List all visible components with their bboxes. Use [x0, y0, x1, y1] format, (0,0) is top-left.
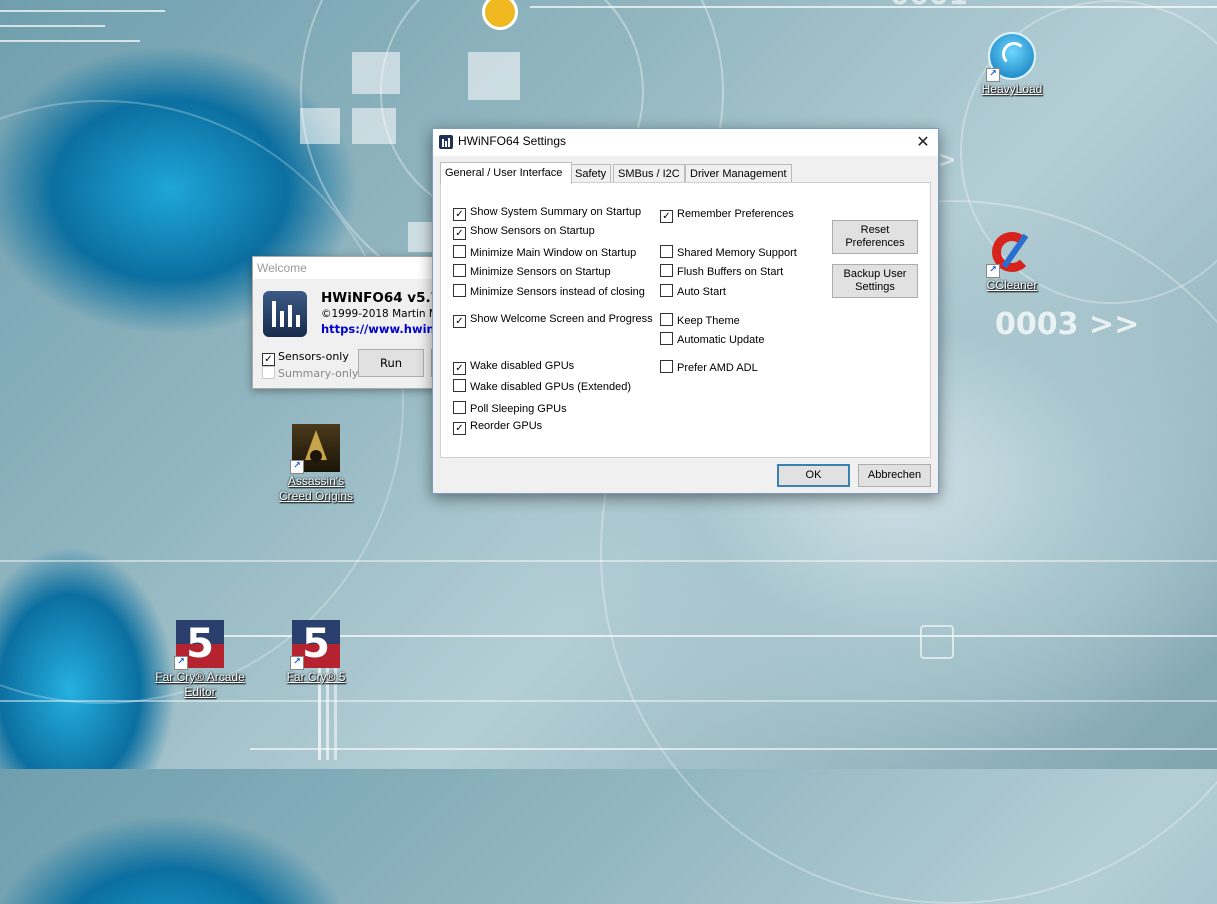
- cancel-button[interactable]: Abbrechen: [858, 464, 931, 487]
- option-reorder-gpus[interactable]: ✓ Reorder GPUs: [453, 420, 542, 435]
- option-wake-disabled-gpus[interactable]: ✓ Wake disabled GPUs: [453, 360, 574, 375]
- checkbox-box: [660, 360, 673, 373]
- option-automatic-update[interactable]: Automatic Update: [660, 332, 764, 347]
- option-minimize-sensors-instead-closing[interactable]: Minimize Sensors instead of closing: [453, 284, 645, 299]
- desktop-icon-label: CCleaner: [986, 278, 1038, 292]
- checkbox-box: [262, 366, 275, 379]
- checkbox-box: [453, 284, 466, 297]
- checkbox-box: [660, 264, 673, 277]
- checkbox-box: [453, 264, 466, 277]
- option-show-sensors[interactable]: ✓ Show Sensors on Startup: [453, 225, 595, 240]
- checkbox-box: ✓: [453, 208, 466, 221]
- desktop-icon-far-cry-5[interactable]: 5 ↗ Far Cry® 5: [271, 620, 361, 685]
- welcome-url-link[interactable]: https://www.hwinfo: [321, 322, 443, 336]
- shortcut-arrow-icon: ↗: [290, 460, 304, 474]
- desktop-icon-far-cry-arcade-editor[interactable]: 5 ↗ Far Cry® Arcade Editor: [155, 620, 245, 700]
- wallpaper-text: 0003 >>: [995, 307, 1140, 342]
- backup-user-settings-button[interactable]: Backup User Settings: [832, 264, 918, 298]
- option-keep-theme[interactable]: Keep Theme: [660, 313, 740, 328]
- ok-button[interactable]: OK: [777, 464, 850, 487]
- option-poll-sleeping-gpus[interactable]: Poll Sleeping GPUs: [453, 401, 567, 416]
- settings-dialog: HWiNFO64 Settings ✕ General / User Inter…: [432, 128, 939, 494]
- option-show-system-summary[interactable]: ✓ Show System Summary on Startup: [453, 206, 641, 221]
- shortcut-arrow-icon: ↗: [174, 656, 188, 670]
- checkbox-box: ✓: [453, 315, 466, 328]
- tab-driver-management[interactable]: Driver Management: [685, 164, 792, 183]
- sensors-only-checkbox[interactable]: ✓ Sensors-only: [262, 350, 349, 366]
- desktop-icon-label: HeavyLoad: [981, 82, 1043, 96]
- option-minimize-main-window[interactable]: Minimize Main Window on Startup: [453, 245, 636, 260]
- welcome-window: Welcome HWiNFO64 v5.7 ©1999-2018 Martin …: [252, 256, 444, 389]
- tab-general-user-interface[interactable]: General / User Interface: [440, 162, 572, 184]
- shortcut-arrow-icon: ↗: [290, 656, 304, 670]
- checkbox-box: [660, 284, 673, 297]
- settings-title: HWiNFO64 Settings: [458, 134, 567, 148]
- reset-preferences-button[interactable]: Reset Preferences: [832, 220, 918, 254]
- desktop-icon-ccleaner[interactable]: ↗ CCleaner: [967, 228, 1057, 293]
- heavyload-icon: ↗: [986, 32, 1036, 82]
- option-remember-preferences[interactable]: ✓ Remember Preferences: [660, 208, 794, 223]
- far-cry-5-icon: 5 ↗: [290, 620, 340, 670]
- checkbox-box: [453, 379, 466, 392]
- assassins-creed-icon: ↗: [290, 424, 340, 474]
- checkbox-box: [660, 332, 673, 345]
- run-button[interactable]: Run: [358, 349, 424, 377]
- checkbox-box: ✓: [660, 210, 673, 223]
- option-prefer-amd-adl[interactable]: Prefer AMD ADL: [660, 360, 758, 375]
- option-wake-disabled-gpus-extended[interactable]: Wake disabled GPUs (Extended): [453, 379, 631, 394]
- wallpaper-text-top: 0001: [890, 0, 968, 11]
- desktop-icon-label: Assassin's Creed Origins: [278, 474, 354, 503]
- tab-smbus-i2c[interactable]: SMBus / I2C: [613, 164, 685, 183]
- checkbox-box: ✓: [453, 422, 466, 435]
- desktop-icon-label: Far Cry® 5: [286, 670, 346, 684]
- checkbox-box: ✓: [453, 362, 466, 375]
- close-icon[interactable]: ✕: [908, 129, 938, 155]
- checkbox-box: [660, 313, 673, 326]
- checkbox-box: [453, 401, 466, 414]
- welcome-copyright: ©1999-2018 Martin Ma: [321, 308, 444, 320]
- welcome-title: Welcome: [253, 257, 443, 279]
- hwinfo-app-icon: [439, 135, 453, 149]
- welcome-app-name: HWiNFO64 v5.7: [321, 290, 441, 306]
- desktop-icon-heavyload[interactable]: ↗ HeavyLoad: [967, 32, 1057, 97]
- option-shared-memory-support[interactable]: Shared Memory Support: [660, 245, 797, 260]
- option-flush-buffers[interactable]: Flush Buffers on Start: [660, 264, 783, 279]
- checkbox-box: ✓: [262, 353, 275, 366]
- settings-titlebar[interactable]: HWiNFO64 Settings ✕: [433, 129, 938, 156]
- shortcut-arrow-icon: ↗: [986, 264, 1000, 278]
- checkbox-box: [660, 245, 673, 258]
- summary-only-checkbox: Summary-only: [262, 366, 358, 380]
- option-show-welcome-screen[interactable]: ✓ Show Welcome Screen and Progress: [453, 313, 653, 328]
- ccleaner-icon: ↗: [986, 228, 1036, 278]
- shortcut-arrow-icon: ↗: [986, 68, 1000, 82]
- option-auto-start[interactable]: Auto Start: [660, 284, 726, 299]
- far-cry-5-icon: 5 ↗: [174, 620, 224, 670]
- desktop-icon-label: Far Cry® Arcade Editor: [155, 670, 245, 699]
- hwinfo-logo-icon: [263, 291, 307, 337]
- checkbox-box: ✓: [453, 227, 466, 240]
- option-minimize-sensors[interactable]: Minimize Sensors on Startup: [453, 264, 611, 279]
- desktop-icon-assassins-creed-origins[interactable]: ↗ Assassin's Creed Origins: [271, 424, 361, 504]
- general-settings-panel: ✓ Show System Summary on Startup ✓ Show Se…: [440, 182, 931, 458]
- tab-safety[interactable]: Safety: [570, 164, 612, 183]
- checkbox-box: [453, 245, 466, 258]
